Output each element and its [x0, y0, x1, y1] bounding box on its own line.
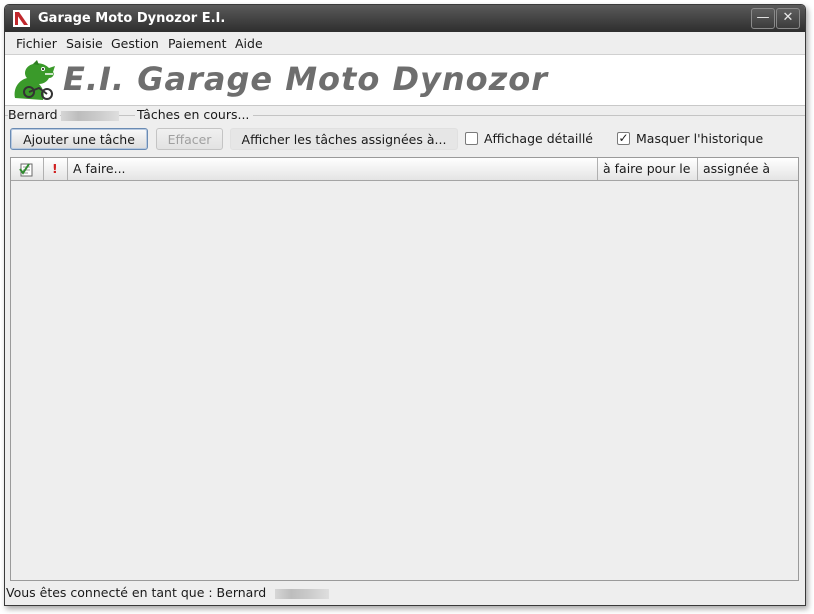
group-separator: [5, 115, 805, 116]
redacted-surname: [61, 111, 119, 121]
dinosaur-logo-icon: [14, 60, 56, 100]
close-button[interactable]: ✕: [776, 8, 800, 29]
add-task-button[interactable]: Ajouter une tâche: [10, 128, 148, 150]
close-icon: ✕: [782, 10, 794, 25]
menu-aide[interactable]: Aide: [235, 36, 263, 51]
column-due-date[interactable]: à faire pour le: [598, 158, 698, 180]
check-list-icon: [19, 163, 33, 177]
show-assigned-tasks-button[interactable]: Afficher les tâches assignées à...: [230, 128, 458, 150]
erase-button[interactable]: Effacer: [156, 128, 223, 150]
column-status[interactable]: [11, 158, 44, 180]
hide-history-checkbox[interactable]: ✓: [617, 132, 630, 145]
minimize-button[interactable]: —: [751, 8, 775, 29]
redacted-surname: [275, 589, 329, 599]
hide-history-label[interactable]: Masquer l'historique: [636, 131, 763, 146]
status-bar-text: Vous êtes connecté en tant que : Bernard: [6, 585, 267, 600]
column-todo[interactable]: A faire...: [68, 158, 598, 180]
banner: E.I. Garage Moto Dynozor: [5, 54, 805, 106]
detailed-view-label[interactable]: Affichage détaillé: [484, 131, 593, 146]
column-priority[interactable]: !: [44, 158, 68, 180]
detailed-view-checkbox[interactable]: [465, 132, 478, 145]
menu-gestion[interactable]: Gestion: [111, 36, 159, 51]
menu-paiement[interactable]: Paiement: [168, 36, 227, 51]
menu-bar: Fichier Saisie Gestion Paiement Aide: [5, 32, 805, 54]
tasks-table[interactable]: ! A faire... à faire pour le assignée à: [10, 157, 799, 581]
window-title: Garage Moto Dynozor E.I.: [38, 11, 226, 26]
user-name: Bernard: [8, 107, 60, 122]
table-header: ! A faire... à faire pour le assignée à: [11, 158, 798, 181]
minimize-icon: —: [756, 10, 770, 25]
app-logo-icon: [13, 10, 30, 27]
banner-title: E.I. Garage Moto Dynozor: [63, 60, 549, 98]
tasks-group-title: Tâches en cours...: [135, 107, 254, 122]
column-assigned-to[interactable]: assignée à: [698, 158, 798, 180]
app-window: Garage Moto Dynozor E.I. — ✕ Fichier Sai…: [4, 4, 806, 606]
checkmark-icon: ✓: [618, 131, 629, 145]
menu-saisie[interactable]: Saisie: [66, 36, 103, 51]
menu-fichier[interactable]: Fichier: [16, 36, 57, 51]
title-bar[interactable]: Garage Moto Dynozor E.I. — ✕: [5, 5, 805, 32]
